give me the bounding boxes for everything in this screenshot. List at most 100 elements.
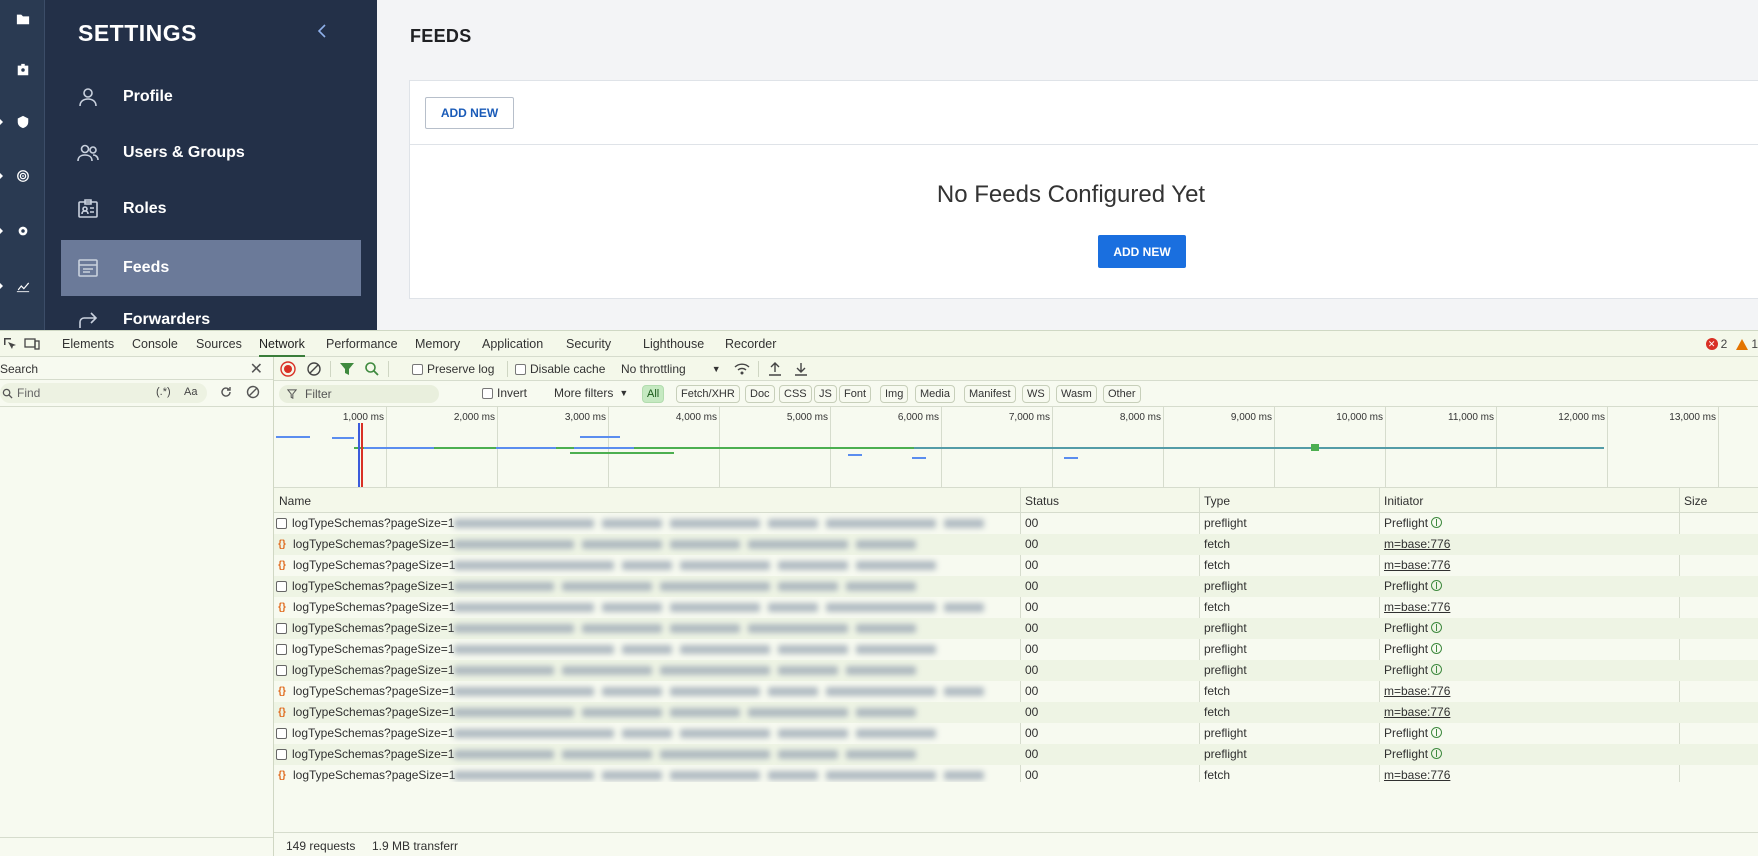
document-icon bbox=[276, 748, 287, 760]
tab-lighthouse[interactable]: Lighthouse bbox=[643, 331, 704, 357]
table-row[interactable]: {} logTypeSchemas?pageSize=1 00 fetch m=base… bbox=[274, 555, 1758, 576]
add-new-button[interactable]: ADD NEW bbox=[425, 97, 514, 129]
disable-cache-checkbox[interactable]: Disable cache bbox=[515, 361, 605, 377]
table-row[interactable]: logTypeSchemas?pageSize=1 00 preflight Pref… bbox=[274, 618, 1758, 639]
badge-icon[interactable] bbox=[0, 55, 45, 85]
type-filter-font[interactable]: Font bbox=[839, 385, 872, 403]
clear-log-icon[interactable] bbox=[306, 361, 322, 377]
tab-memory[interactable]: Memory bbox=[415, 331, 460, 357]
table-row[interactable]: {} logTypeSchemas?pageSize=1 00 fetch m=base… bbox=[274, 702, 1758, 723]
search-drawer: Search ✕ Find (.*) Aa bbox=[0, 357, 274, 856]
request-initiator[interactable]: m=base:776 bbox=[1384, 768, 1450, 782]
table-row[interactable]: logTypeSchemas?pageSize=1 00 preflight Pref… bbox=[274, 576, 1758, 597]
add-new-primary-button[interactable]: ADD NEW bbox=[1098, 235, 1186, 268]
shield-icon[interactable] bbox=[0, 107, 45, 137]
type-filter-media[interactable]: Media bbox=[915, 385, 955, 403]
export-har-icon[interactable] bbox=[794, 361, 808, 377]
request-initiator[interactable]: m=base:776 bbox=[1384, 684, 1450, 698]
tab-application[interactable]: Application bbox=[482, 331, 543, 357]
find-input[interactable]: Find bbox=[0, 383, 207, 403]
checkbox[interactable] bbox=[482, 387, 493, 399]
column-header-size[interactable]: Size bbox=[1684, 494, 1707, 508]
request-initiator[interactable]: m=base:776 bbox=[1384, 600, 1450, 614]
request-name: logTypeSchemas?pageSize=1 bbox=[292, 516, 455, 530]
nav-item-feeds[interactable]: Feeds bbox=[61, 240, 361, 296]
close-icon[interactable]: ✕ bbox=[250, 359, 263, 379]
feeds-card: ADD NEW No Feeds Configured Yet ADD NEW bbox=[409, 80, 1758, 299]
type-filter-js[interactable]: JS bbox=[814, 385, 837, 403]
inspect-icon[interactable] bbox=[2, 336, 18, 352]
type-filter-ws[interactable]: WS bbox=[1022, 385, 1050, 403]
request-initiator[interactable]: m=base:776 bbox=[1384, 558, 1450, 572]
regex-toggle[interactable]: (.*) bbox=[156, 386, 171, 398]
redacted-region bbox=[454, 745, 998, 764]
throttling-select[interactable]: No throttling ▼ bbox=[621, 361, 721, 377]
match-case-toggle[interactable]: Aa bbox=[184, 386, 197, 398]
radar-icon[interactable] bbox=[0, 161, 45, 191]
refresh-icon[interactable] bbox=[219, 385, 233, 399]
document-icon bbox=[276, 580, 287, 592]
table-row[interactable]: {} logTypeSchemas?pageSize=1 00 fetch m=base… bbox=[274, 681, 1758, 702]
column-header-status[interactable]: Status bbox=[1025, 494, 1059, 508]
request-name: logTypeSchemas?pageSize=1 bbox=[293, 558, 456, 572]
table-row[interactable]: logTypeSchemas?pageSize=1 00 preflight Pref… bbox=[274, 660, 1758, 681]
request-initiator-label: m=base:776 bbox=[1384, 768, 1451, 782]
network-conditions-icon[interactable] bbox=[733, 361, 751, 377]
tab-sources[interactable]: Sources bbox=[196, 331, 242, 357]
tab-performance[interactable]: Performance bbox=[326, 331, 398, 357]
timeline-bar bbox=[364, 447, 434, 449]
invert-checkbox[interactable]: Invert bbox=[482, 385, 527, 401]
request-initiator: Preflight bbox=[1384, 663, 1443, 677]
gear-icon[interactable] bbox=[0, 216, 45, 246]
type-filter-doc[interactable]: Doc bbox=[745, 385, 775, 403]
nav-item-profile[interactable]: Profile bbox=[61, 69, 361, 125]
table-row[interactable]: logTypeSchemas?pageSize=1 00 preflight Pref… bbox=[274, 744, 1758, 765]
column-header-initiator[interactable]: Initiator bbox=[1384, 494, 1423, 508]
request-initiator-label: Preflight bbox=[1384, 579, 1429, 593]
record-icon[interactable] bbox=[280, 361, 296, 377]
table-row[interactable]: logTypeSchemas?pageSize=1 00 preflight Pref… bbox=[274, 723, 1758, 744]
table-row[interactable]: {} logTypeSchemas?pageSize=1 00 fetch m=base… bbox=[274, 765, 1758, 782]
chart-icon[interactable] bbox=[0, 271, 45, 301]
nav-item-roles[interactable]: Roles bbox=[61, 181, 361, 237]
folder-icon[interactable] bbox=[0, 4, 45, 34]
checkbox[interactable] bbox=[515, 363, 526, 375]
issues-counter[interactable]: ✕ 2 1 bbox=[1705, 337, 1758, 351]
import-har-icon[interactable] bbox=[768, 361, 782, 377]
type-filter-wasm[interactable]: Wasm bbox=[1056, 385, 1097, 403]
checkbox[interactable] bbox=[412, 363, 423, 375]
clear-icon[interactable] bbox=[246, 385, 260, 399]
nav-item-forwarders[interactable]: Forwarders bbox=[61, 292, 361, 330]
table-row[interactable]: {} logTypeSchemas?pageSize=1 00 fetch m=base… bbox=[274, 597, 1758, 618]
type-filter-other[interactable]: Other bbox=[1103, 385, 1141, 403]
table-row[interactable]: logTypeSchemas?pageSize=1 00 preflight Pref… bbox=[274, 639, 1758, 660]
filter-icon[interactable] bbox=[339, 361, 355, 377]
tab-elements[interactable]: Elements bbox=[62, 331, 114, 357]
timeline-tick-label: 11,000 ms bbox=[1448, 412, 1494, 423]
search-icon[interactable] bbox=[364, 361, 380, 377]
chevron-left-icon[interactable] bbox=[311, 20, 333, 42]
request-initiator[interactable]: m=base:776 bbox=[1384, 537, 1450, 551]
device-toolbar-icon[interactable] bbox=[24, 336, 40, 352]
tab-security[interactable]: Security bbox=[566, 331, 611, 357]
tab-network[interactable]: Network bbox=[259, 331, 305, 357]
nav-item-users-groups[interactable]: Users & Groups bbox=[61, 125, 361, 181]
type-filter-manifest[interactable]: Manifest bbox=[964, 385, 1016, 403]
tab-console[interactable]: Console bbox=[132, 331, 178, 357]
more-filters-dropdown[interactable]: More filters ▼ bbox=[554, 385, 628, 401]
network-overview-timeline[interactable]: 1,000 ms 2,000 ms 3,000 ms 4,000 ms 5,00… bbox=[274, 407, 1758, 488]
chevron-down-icon: ▼ bbox=[619, 388, 629, 398]
type-filter-css[interactable]: CSS bbox=[779, 385, 812, 403]
column-header-type[interactable]: Type bbox=[1204, 494, 1230, 508]
table-row[interactable]: {} logTypeSchemas?pageSize=1 00 fetch m=base… bbox=[274, 534, 1758, 555]
filter-input[interactable]: Filter bbox=[279, 385, 439, 403]
preserve-log-checkbox[interactable]: Preserve log bbox=[412, 361, 494, 377]
request-initiator: Preflight bbox=[1384, 516, 1443, 530]
type-filter-img[interactable]: Img bbox=[880, 385, 909, 403]
request-initiator[interactable]: m=base:776 bbox=[1384, 705, 1450, 719]
tab-recorder[interactable]: Recorder bbox=[725, 331, 776, 357]
type-filter-all[interactable]: All bbox=[642, 385, 665, 403]
table-row[interactable]: logTypeSchemas?pageSize=1 00 preflight Pref… bbox=[274, 513, 1758, 534]
column-header-name[interactable]: Name bbox=[279, 494, 311, 508]
type-filter-fetch-xhr[interactable]: Fetch/XHR bbox=[676, 385, 740, 403]
